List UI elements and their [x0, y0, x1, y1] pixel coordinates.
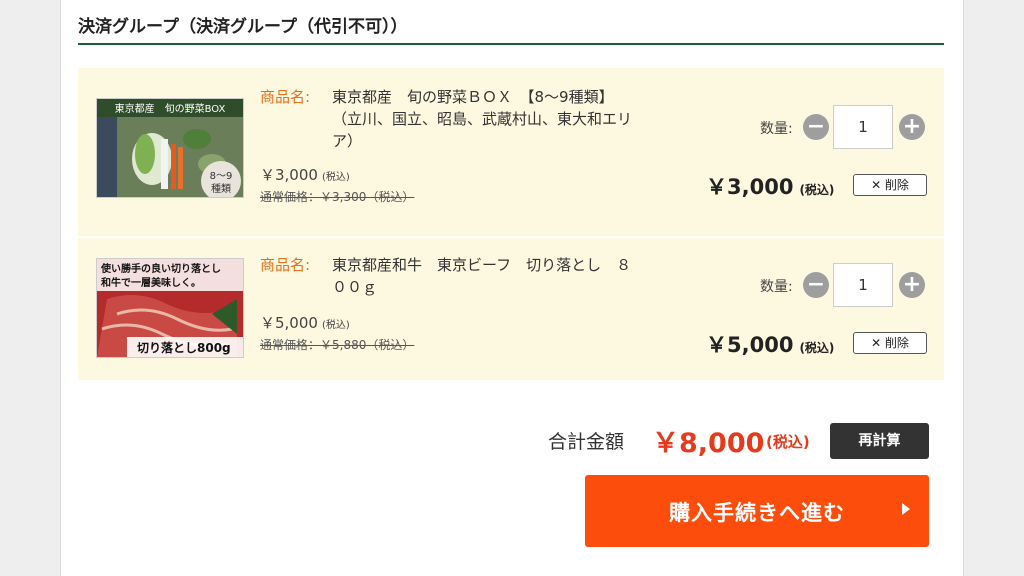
quantity-input[interactable]: [833, 263, 893, 307]
minus-icon[interactable]: −: [803, 272, 829, 298]
quantity-input[interactable]: [833, 105, 893, 149]
total-label: 合計金額: [548, 431, 625, 453]
total-value: ￥8,000: [652, 428, 765, 459]
image-badge-count: 8〜9: [210, 171, 233, 182]
cart-item: 使い勝手の良い切り落とし 和牛で一層美味しく。 切り落とし800g 商品名: 東…: [78, 236, 944, 380]
product-name[interactable]: 東京都産和牛 東京ビーフ 切り落とし ８００ｇ: [332, 254, 632, 298]
quantity-label: 数量:: [760, 121, 793, 137]
product-price: ￥5,000 (税込): [260, 312, 350, 333]
regular-price: 通常価格：￥3,300（税込）: [260, 190, 415, 204]
price-tax: (税込): [321, 320, 350, 331]
recalculate-button[interactable]: 再計算: [830, 423, 929, 459]
subtotal-tax: (税込): [799, 341, 835, 355]
item-subtotal: ￥5,000 (税込): [706, 329, 834, 359]
subtotal-tax: (税込): [799, 183, 835, 197]
price-value: ￥5,000: [260, 314, 318, 332]
price-tax: (税込): [321, 172, 350, 183]
total-tax: (税込): [766, 433, 810, 451]
image-caption-line2: 和牛で一層美味しく。: [100, 276, 201, 289]
product-price: ￥3,000 (税込): [260, 164, 350, 185]
product-image-beef[interactable]: 使い勝手の良い切り落とし 和牛で一層美味しく。 切り落とし800g: [96, 258, 244, 358]
product-name-label: 商品名:: [260, 88, 311, 106]
plus-icon[interactable]: +: [899, 114, 925, 140]
product-name[interactable]: 東京都産 旬の野菜ＢＯＸ 【8〜9種類】 （立川、国立、昭島、武蔵村山、東大和エ…: [332, 86, 632, 152]
group-title: 決済グループ（決済グループ（代引不可））: [78, 12, 944, 45]
quantity-label: 数量:: [760, 279, 793, 295]
cart-item: 東京都産 旬の野菜BOX 8〜9 種類 商品名: 東京都産 旬の野菜ＢＯＸ 【8…: [78, 68, 944, 218]
cart-list: 東京都産 旬の野菜BOX 8〜9 種類 商品名: 東京都産 旬の野菜ＢＯＸ 【8…: [78, 68, 944, 380]
subtotal-value: ￥5,000: [706, 333, 794, 357]
arrow-right-icon: [902, 503, 910, 515]
checkout-button[interactable]: 購入手続きへ進む: [585, 475, 929, 547]
product-name-label: 商品名:: [260, 256, 311, 274]
minus-icon[interactable]: −: [803, 114, 829, 140]
price-value: ￥3,000: [260, 166, 318, 184]
subtotal-value: ￥3,000: [706, 175, 794, 199]
image-caption: 東京都産 旬の野菜BOX: [115, 102, 226, 115]
item-subtotal: ￥3,000 (税込): [706, 171, 834, 201]
image-caption-line1: 使い勝手の良い切り落とし: [100, 262, 221, 275]
checkout-label: 購入手続きへ進む: [669, 501, 845, 525]
delete-button[interactable]: ✕ 削除: [853, 174, 927, 196]
product-image-vegetables[interactable]: 東京都産 旬の野菜BOX 8〜9 種類: [96, 98, 244, 198]
image-badge-kind: 種類: [211, 182, 231, 195]
delete-button[interactable]: ✕ 削除: [853, 332, 927, 354]
regular-price: 通常価格：￥5,880（税込）: [260, 338, 415, 352]
image-caption-line3: 切り落とし800g: [137, 340, 231, 355]
plus-icon[interactable]: +: [899, 272, 925, 298]
